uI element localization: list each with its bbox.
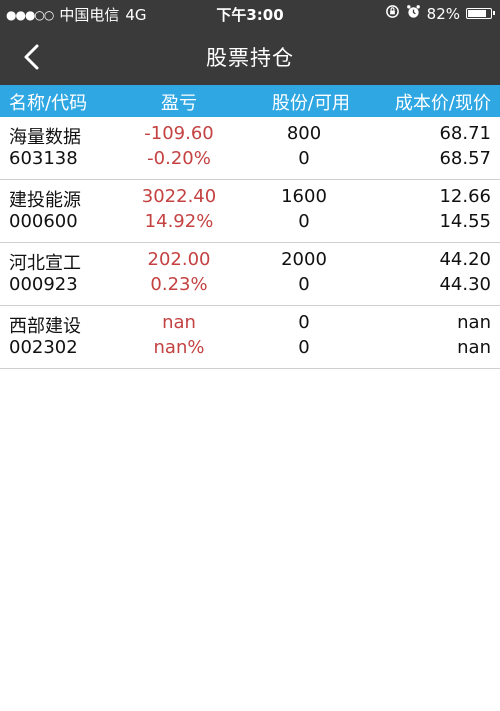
holding-row[interactable]: 建投能源 000600 3022.40 14.92% 1600 0 12.66 …	[0, 180, 500, 243]
header-cost-price: 成本价/现价	[394, 93, 491, 114]
alarm-clock-icon	[406, 4, 421, 23]
battery-percent: 82%	[426, 4, 460, 23]
shares-available: 0	[298, 148, 310, 169]
status-right: 82%	[385, 4, 495, 23]
stock-name: 建投能源	[9, 190, 81, 211]
cost-price: nan	[457, 312, 491, 333]
page-title: 股票持仓	[206, 46, 294, 70]
profit-loss: nan	[162, 312, 196, 333]
current-price: 14.55	[439, 211, 491, 232]
profit-loss-percent: -0.20%	[147, 148, 211, 169]
battery-level	[468, 10, 486, 17]
shares-held: 2000	[281, 249, 327, 270]
profit-loss: 3022.40	[141, 186, 217, 207]
profit-loss-percent: nan%	[153, 337, 205, 358]
table-header: 名称/代码 盈亏 股份/可用 成本价/现价	[0, 85, 500, 117]
profit-loss-percent: 14.92%	[144, 211, 214, 232]
stock-code: 603138	[9, 148, 78, 169]
stock-code: 002302	[9, 337, 78, 358]
stock-name: 海量数据	[9, 127, 81, 148]
shares-available: 0	[298, 274, 310, 295]
navigation-bar: 股票持仓	[0, 28, 500, 85]
stock-name: 西部建设	[9, 316, 81, 337]
holding-row[interactable]: 海量数据 603138 -109.60 -0.20% 800 0 68.71 6…	[0, 117, 500, 180]
profit-loss: 202.00	[147, 249, 211, 270]
current-price: 44.30	[439, 274, 491, 295]
rotation-lock-icon	[385, 4, 400, 23]
header-pnl: 盈亏	[161, 93, 197, 114]
cost-price: 44.20	[439, 249, 491, 270]
shares-available: 0	[298, 211, 310, 232]
battery-icon	[466, 8, 495, 19]
holding-row[interactable]: 西部建设 002302 nan nan% 0 0 nan nan	[0, 306, 500, 369]
shares-available: 0	[298, 337, 310, 358]
shares-held: 1600	[281, 186, 327, 207]
current-price: nan	[457, 337, 491, 358]
profit-loss-percent: 0.23%	[150, 274, 208, 295]
holdings-list: 海量数据 603138 -109.60 -0.20% 800 0 68.71 6…	[0, 117, 500, 369]
holding-row[interactable]: 河北宣工 000923 202.00 0.23% 2000 0 44.20 44…	[0, 243, 500, 306]
stock-code: 000600	[9, 211, 78, 232]
status-bar: ●●●○○ 中国电信 4G 下午3:00 82%	[0, 0, 500, 28]
current-price: 68.57	[439, 148, 491, 169]
shares-held: 800	[286, 123, 322, 144]
shares-held: 0	[298, 312, 310, 333]
stock-name: 河北宣工	[9, 253, 81, 274]
cost-price: 12.66	[439, 186, 491, 207]
profit-loss: -109.60	[144, 123, 214, 144]
cost-price: 68.71	[439, 123, 491, 144]
header-name-code: 名称/代码	[9, 93, 88, 114]
stock-code: 000923	[9, 274, 78, 295]
header-shares-available: 股份/可用	[271, 93, 350, 114]
